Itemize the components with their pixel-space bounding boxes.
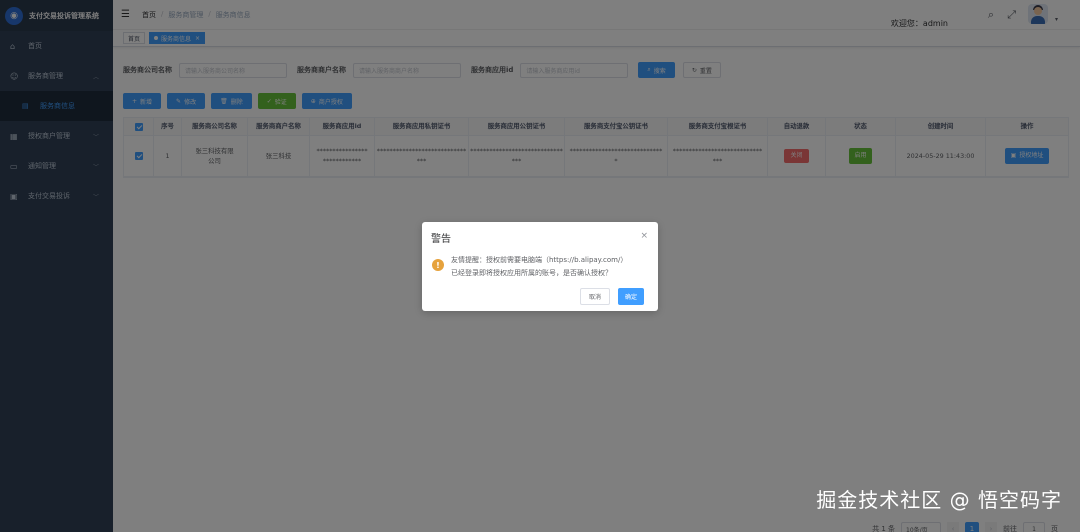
dialog-message-line: 已经登录即将授权应用所属的账号，是否确认授权？ [451, 269, 612, 277]
close-icon[interactable]: × [640, 231, 648, 241]
watermark: 掘金技术社区 @ 悟空码字 [816, 488, 1062, 512]
confirm-dialog: 警告 × ! 友情提醒：授权前需要电脑端（https://b.alipay.co… [422, 222, 658, 311]
warning-icon: ! [432, 259, 444, 271]
dialog-title: 警告 [431, 234, 451, 245]
cancel-button[interactable]: 取消 [580, 288, 611, 305]
confirm-button[interactable]: 确定 [618, 288, 645, 305]
dialog-message: 友情提醒：授权前需要电脑端（https://b.alipay.com/） 已经登… [451, 254, 627, 280]
dialog-message-line: 友情提醒：授权前需要电脑端（https://b.alipay.com/） [451, 256, 628, 264]
